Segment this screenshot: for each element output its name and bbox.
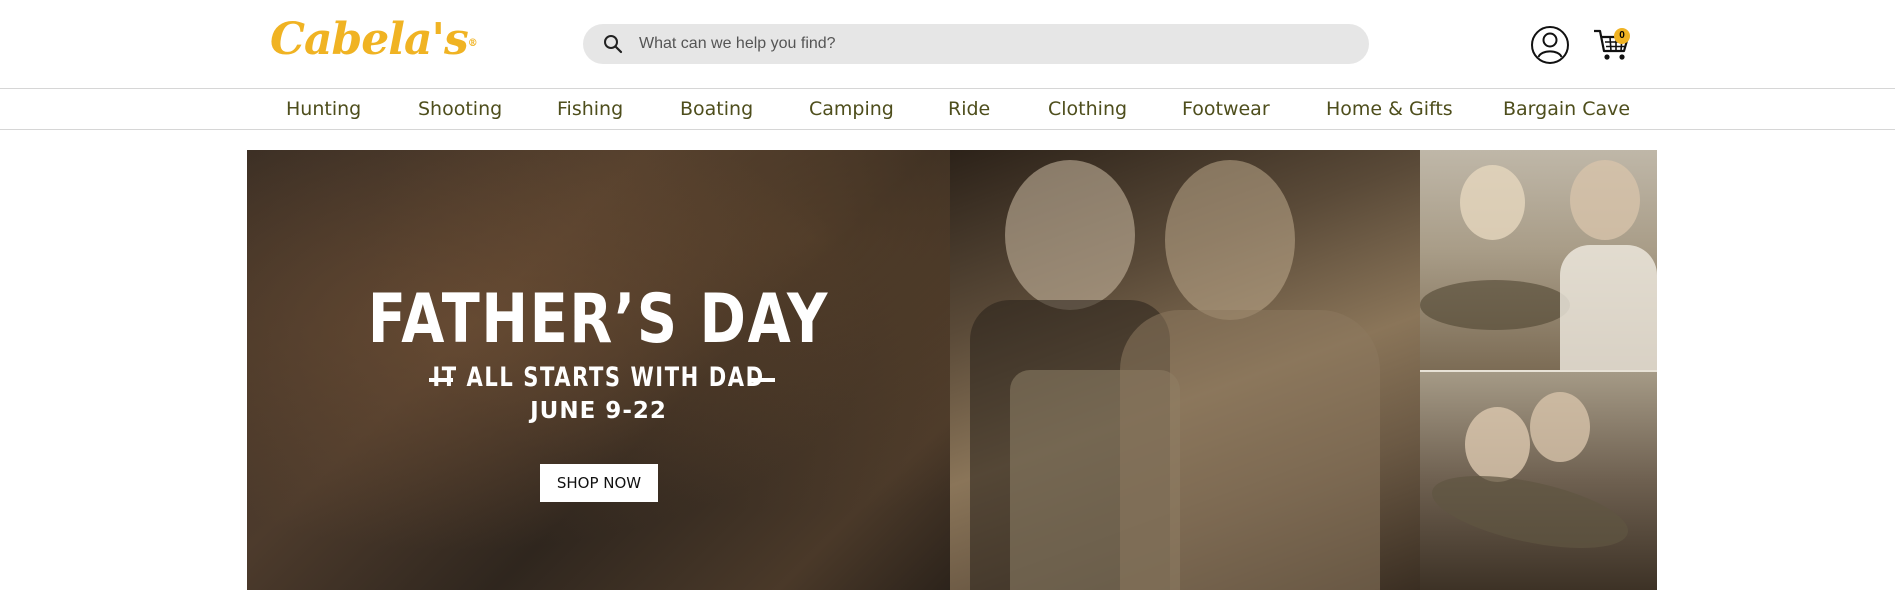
fish	[1425, 461, 1635, 563]
main-nav: Hunting Shooting Fishing Boating Camping…	[0, 89, 1895, 130]
search-icon[interactable]	[603, 34, 623, 54]
nav-item-shooting[interactable]: Shooting	[418, 89, 502, 129]
nav-item-boating[interactable]: Boating	[680, 89, 753, 129]
hero-subtitle-row: IT ALL STARTS WITH DAD	[247, 360, 950, 396]
nav-item-ride[interactable]: Ride	[948, 89, 990, 129]
person-head	[1460, 165, 1525, 240]
right-dash	[751, 378, 775, 382]
father-son-fishing-photo-1	[1420, 150, 1657, 370]
site-header: Cabela's® 0	[0, 0, 1895, 89]
father-son-photo	[950, 150, 1420, 590]
registered-mark: ®	[467, 38, 478, 49]
nav-item-hunting[interactable]: Hunting	[286, 89, 361, 129]
nav-item-bargain-cave[interactable]: Bargain Cave	[1503, 89, 1630, 129]
hero-text-panel: FATHER’S DAY IT ALL STARTS WITH DAD JUNE…	[247, 150, 950, 590]
father-son-fishing-photo-2	[1420, 372, 1657, 590]
nav-item-home-gifts[interactable]: Home & Gifts	[1326, 89, 1453, 129]
cart-count-badge: 0	[1614, 28, 1630, 44]
person-head	[1465, 407, 1530, 482]
cabelas-logo[interactable]: Cabela's®	[270, 14, 478, 66]
person-head	[1165, 160, 1295, 320]
person-head	[1005, 160, 1135, 310]
person-body	[1120, 310, 1380, 590]
hero-dates: JUNE 9-22	[530, 398, 667, 424]
nav-item-footwear[interactable]: Footwear	[1182, 89, 1270, 129]
fathers-day-hero-banner[interactable]: FATHER’S DAY IT ALL STARTS WITH DAD JUNE…	[247, 150, 1657, 590]
nav-item-clothing[interactable]: Clothing	[1048, 89, 1127, 129]
search-bar[interactable]	[583, 24, 1369, 64]
account-icon[interactable]	[1530, 25, 1570, 65]
search-input[interactable]	[639, 24, 1339, 64]
shop-now-button[interactable]: SHOP NOW	[540, 464, 658, 502]
hero-subtitle: IT ALL STARTS WITH DAD	[432, 362, 765, 393]
hero-title: FATHER’S DAY	[367, 280, 830, 359]
nav-item-camping[interactable]: Camping	[809, 89, 894, 129]
nav-item-fishing[interactable]: Fishing	[557, 89, 623, 129]
person-head	[1530, 392, 1590, 462]
person-body	[1560, 245, 1657, 370]
fish	[1420, 280, 1570, 330]
person-head	[1570, 160, 1640, 240]
